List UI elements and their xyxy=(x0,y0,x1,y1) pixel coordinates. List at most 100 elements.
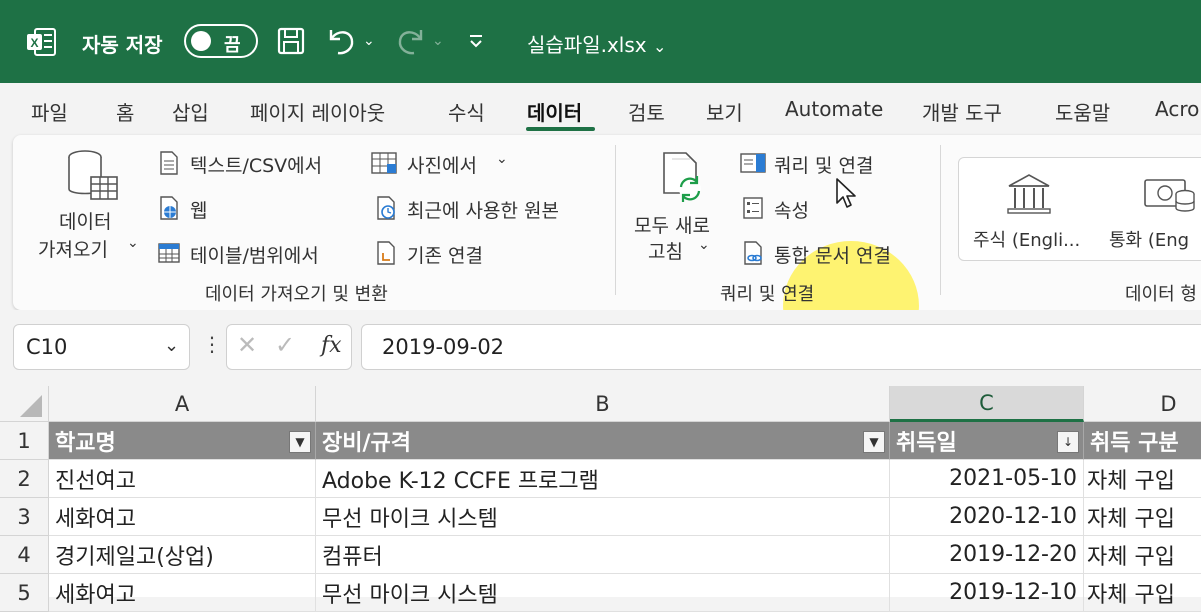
tab-data[interactable]: 데이터 xyxy=(527,97,582,126)
formula-input[interactable]: 2019-09-02 xyxy=(361,324,1201,370)
existing-connection-file-icon xyxy=(377,241,395,265)
filter-dropdown-icon[interactable]: ▼ xyxy=(863,431,885,453)
table-cell[interactable]: 무선 마이크 시스템 xyxy=(316,498,890,536)
title-bar: X 자동 저장 끔 ⌄ ⌄ 실습파일.xlsx ⌄ xyxy=(0,0,1201,83)
worksheet-grid: A B C D 1 2 3 4 5 학교명 ▼ 장비/규격 ▼ 취득일 ↓ 취득… xyxy=(0,386,1201,612)
table-cell[interactable]: Adobe K-12 CCFE 프로그램 xyxy=(316,460,890,498)
from-text-csv-button[interactable]: 텍스트/CSV에서 xyxy=(158,149,358,179)
table-cell[interactable]: 경기제일고(상업) xyxy=(49,536,316,574)
refresh-all-label-2: 고침 xyxy=(648,241,683,263)
name-box[interactable]: C10 ⌄ xyxy=(13,324,190,370)
from-web-button[interactable]: 웹 xyxy=(158,194,358,224)
table-cell[interactable]: 세화여고 xyxy=(49,574,316,612)
tab-home[interactable]: 홈 xyxy=(116,97,134,126)
filter-dropdown-icon[interactable]: ▼ xyxy=(289,431,311,453)
cancel-edit-icon[interactable]: ✕ xyxy=(237,331,257,359)
formula-controls: ✕ ✓ fx xyxy=(226,324,352,370)
select-all-triangle-icon xyxy=(20,395,42,417)
from-picture-button[interactable]: 사진에서 ⌄ xyxy=(371,149,521,179)
redo-dropdown-icon[interactable]: ⌄ xyxy=(432,24,444,58)
tab-review[interactable]: 검토 xyxy=(628,97,665,126)
insert-function-icon[interactable]: fx xyxy=(321,333,342,358)
ribbon-panel: 데이터 가져오기 ⌄ 텍스트/CSV에서 웹 테이블/범위에서 사진에서 ⌄ 최… xyxy=(13,135,1201,371)
table-cell[interactable]: 자체 구입 xyxy=(1084,536,1201,574)
column-header-a[interactable]: A xyxy=(49,386,316,422)
tab-automate[interactable]: Automate xyxy=(785,97,883,121)
table-cell[interactable]: 2021-05-10 xyxy=(890,460,1084,498)
autosave-toggle[interactable]: 끔 xyxy=(184,24,258,58)
recent-sources-button[interactable]: 최근에 사용한 원본 xyxy=(371,194,601,224)
sort-descending-filter-icon[interactable]: ↓ xyxy=(1057,431,1079,453)
table-header-cell[interactable]: 학교명 ▼ xyxy=(49,422,316,460)
header-text: 취득 구분 xyxy=(1090,430,1179,456)
table-cell[interactable]: 자체 구입 xyxy=(1084,574,1201,612)
autosave-label: 자동 저장 xyxy=(82,33,163,57)
group-separator xyxy=(615,145,616,295)
table-cell[interactable]: 컴퓨터 xyxy=(316,536,890,574)
column-header-c[interactable]: C xyxy=(890,386,1084,422)
column-header-b[interactable]: B xyxy=(316,386,890,422)
undo-dropdown-icon[interactable]: ⌄ xyxy=(363,24,375,58)
from-table-range-button[interactable]: 테이블/범위에서 xyxy=(158,239,358,269)
tab-help[interactable]: 도움말 xyxy=(1055,97,1110,126)
undo-icon[interactable] xyxy=(325,24,359,58)
refresh-all-icon xyxy=(663,152,701,202)
table-header-cell[interactable]: 취득 구분 xyxy=(1084,422,1201,460)
name-box-chevron-icon[interactable]: ⌄ xyxy=(164,335,179,356)
row-header[interactable]: 2 xyxy=(0,460,49,498)
refresh-all-button[interactable]: 모두 새로 고침 ⌄ xyxy=(628,149,733,269)
group-label-get-transform: 데이터 가져오기 및 변환 xyxy=(205,284,388,305)
tab-file[interactable]: 파일 xyxy=(31,97,68,126)
table-cell[interactable]: 2020-12-10 xyxy=(890,498,1084,536)
stocks-button[interactable]: 주식 (Engli... xyxy=(959,158,1099,262)
select-all-corner[interactable] xyxy=(0,386,49,422)
table-cell[interactable]: 진선여고 xyxy=(49,460,316,498)
row-header[interactable]: 4 xyxy=(0,536,49,574)
tab-insert[interactable]: 삽입 xyxy=(172,97,209,126)
currencies-button[interactable]: 통화 (Eng xyxy=(1109,158,1201,262)
table-cell[interactable]: 자체 구입 xyxy=(1084,460,1201,498)
refresh-all-chevron-icon: ⌄ xyxy=(698,237,710,253)
header-text: 학교명 xyxy=(55,430,116,456)
row-header[interactable]: 3 xyxy=(0,498,49,536)
tab-view[interactable]: 보기 xyxy=(706,97,743,126)
tab-developer[interactable]: 개발 도구 xyxy=(922,97,1002,126)
recent-file-clock-icon xyxy=(377,196,395,220)
from-web-label: 웹 xyxy=(190,200,208,222)
autosave-state: 끔 xyxy=(224,35,241,56)
file-name[interactable]: 실습파일.xlsx ⌄ xyxy=(527,29,666,58)
row-header[interactable]: 1 xyxy=(0,422,49,460)
stocks-bank-icon xyxy=(1007,174,1051,214)
table-cell[interactable]: 무선 마이크 시스템 xyxy=(316,574,890,612)
table-cell[interactable]: 2019-12-20 xyxy=(890,536,1084,574)
row-header[interactable]: 5 xyxy=(0,574,49,612)
table-cell[interactable]: 2019-12-10 xyxy=(890,574,1084,612)
more-options-icon[interactable]: ⋮ xyxy=(202,332,222,356)
excel-logo-icon[interactable]: X xyxy=(26,28,56,56)
table-header-cell[interactable]: 장비/규격 ▼ xyxy=(316,422,890,460)
tab-acrobat[interactable]: Acro xyxy=(1155,97,1199,121)
tab-page-layout[interactable]: 페이지 레이아웃 xyxy=(250,97,385,126)
column-header-d[interactable]: D xyxy=(1084,386,1201,422)
table-cell[interactable]: 세화여고 xyxy=(49,498,316,536)
redo-icon[interactable] xyxy=(393,24,427,58)
refresh-all-label-1: 모두 새로 xyxy=(634,215,710,237)
save-icon[interactable] xyxy=(276,24,306,58)
active-tab-indicator xyxy=(526,127,595,131)
get-data-button[interactable]: 데이터 가져오기 ⌄ xyxy=(33,149,143,269)
get-data-chevron-icon: ⌄ xyxy=(127,235,139,251)
workbook-links-label: 통합 문서 연결 xyxy=(774,245,891,267)
tab-formulas[interactable]: 수식 xyxy=(448,97,485,126)
group-label-queries: 쿼리 및 연결 xyxy=(720,284,815,305)
confirm-edit-icon[interactable]: ✓ xyxy=(275,331,295,359)
svg-text:X: X xyxy=(30,36,38,50)
currencies-icon xyxy=(1144,179,1195,212)
customize-toolbar-icon[interactable] xyxy=(467,24,485,58)
queries-connections-button[interactable]: 쿼리 및 연결 xyxy=(740,149,910,179)
database-table-icon xyxy=(68,150,118,200)
table-header-cell[interactable]: 취득일 ↓ xyxy=(890,422,1084,460)
workbook-links-button[interactable]: 통합 문서 연결 xyxy=(740,239,940,269)
table-cell[interactable]: 자체 구입 xyxy=(1084,498,1201,536)
existing-connections-button[interactable]: 기존 연결 xyxy=(371,239,521,269)
properties-button[interactable]: 속성 xyxy=(740,194,840,224)
